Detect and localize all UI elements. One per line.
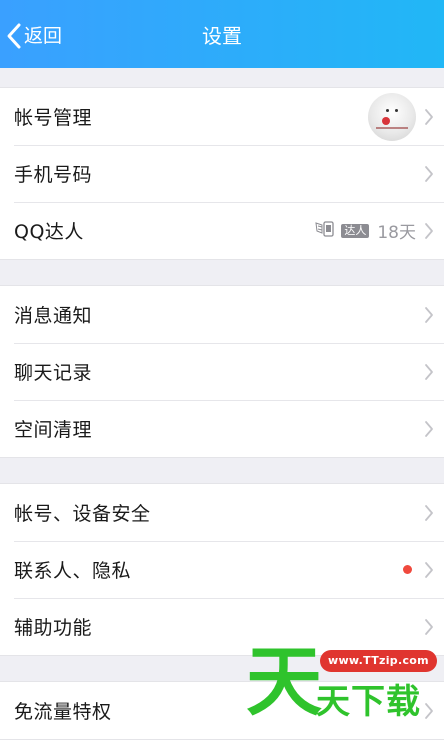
watermark-big-char: 天 [246, 637, 322, 726]
chevron-right-icon [424, 222, 434, 240]
nav-header: 返回 设置 [0, 0, 444, 68]
row-label: 空间清理 [14, 419, 93, 441]
chevron-right-icon [424, 108, 434, 126]
avatar [368, 92, 416, 141]
qq-master-badge: 达人 [314, 219, 370, 243]
winged-phone-icon [314, 219, 340, 243]
chevron-right-icon [424, 306, 434, 324]
page-title: 设置 [202, 24, 242, 48]
chevron-right-icon [424, 504, 434, 522]
row-account-management[interactable]: 帐号管理 [0, 88, 444, 145]
site-watermark: 天 www.TTzip.com 天下载 [246, 637, 437, 732]
row-chat-history[interactable]: 聊天记录 [0, 343, 444, 400]
row-message-notifications[interactable]: 消息通知 [0, 286, 444, 343]
row-phone-number[interactable]: 手机号码 [0, 145, 444, 202]
row-label: 辅助功能 [14, 617, 93, 639]
row-label: 联系人、隐私 [14, 560, 132, 582]
chevron-right-icon [424, 165, 434, 183]
row-label: 帐号、设备安全 [14, 503, 151, 525]
watermark-url: www.TTzip.com [320, 650, 437, 672]
chevron-right-icon [424, 561, 434, 579]
chevron-right-icon [424, 363, 434, 381]
row-label: QQ达人 [14, 221, 84, 243]
days-count: 18天 [377, 223, 416, 243]
unread-dot [403, 565, 412, 574]
row-label: 消息通知 [14, 305, 93, 327]
settings-group-messages: 消息通知 聊天记录 空间清理 [0, 285, 444, 458]
settings-group-privacy: 帐号、设备安全 联系人、隐私 辅助功能 [0, 483, 444, 656]
row-contacts-privacy[interactable]: 联系人、隐私 [0, 541, 444, 598]
row-label: 聊天记录 [14, 362, 93, 384]
badge-label: 达人 [341, 223, 370, 238]
row-label: 手机号码 [14, 164, 93, 186]
row-account-device-security[interactable]: 帐号、设备安全 [0, 484, 444, 541]
row-label: 免流量特权 [14, 701, 112, 723]
settings-group-account: 帐号管理 手机号码 QQ达人 达人 18天 [0, 87, 444, 260]
chevron-right-icon [424, 618, 434, 636]
row-qq-master[interactable]: QQ达人 达人 18天 [0, 202, 444, 259]
row-storage-cleanup[interactable]: 空间清理 [0, 400, 444, 457]
row-label: 帐号管理 [14, 107, 93, 129]
watermark-text: 天下载 [316, 682, 421, 722]
chevron-right-icon [424, 420, 434, 438]
